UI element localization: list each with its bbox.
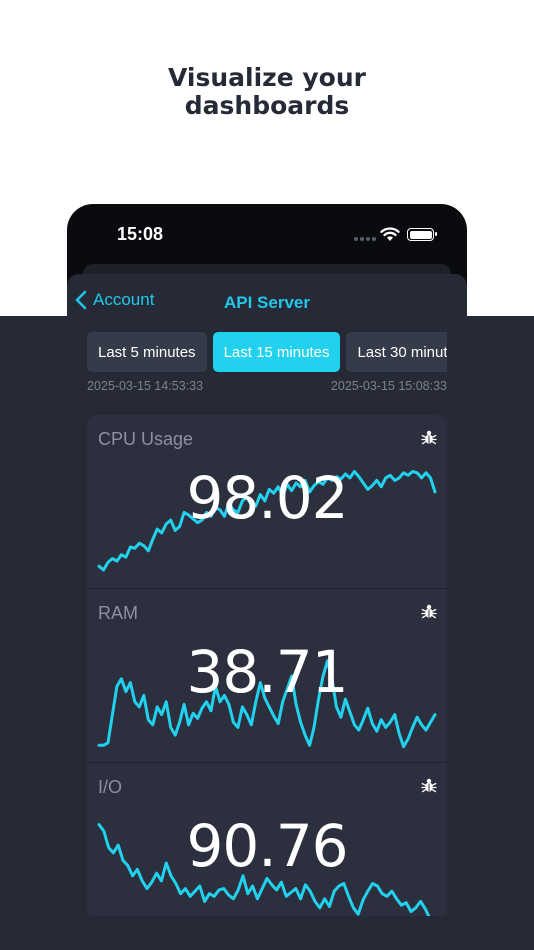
time-range-tabs[interactable]: Last 5 minutes Last 15 minutes Last 30 min… bbox=[87, 332, 447, 372]
metric-value: 90.76 bbox=[186, 812, 348, 880]
navigation-bar: Account API Server bbox=[67, 290, 467, 316]
bug-icon[interactable] bbox=[421, 603, 437, 619]
dashboard-sheet: Account API Server Last 5 minutes Last 15… bbox=[67, 274, 467, 916]
range-tab[interactable]: Last 15 minutes bbox=[212, 332, 341, 372]
metric-value: 38.71 bbox=[186, 638, 348, 706]
bug-icon[interactable] bbox=[421, 777, 437, 793]
page-title: API Server bbox=[224, 293, 310, 312]
metric-panel[interactable]: CPU Usage 98.02 bbox=[87, 415, 447, 589]
status-bar: 15:08 bbox=[67, 204, 467, 264]
bug-icon[interactable] bbox=[421, 429, 437, 445]
headline-line-2: dashboards bbox=[184, 91, 350, 120]
time-range-track: Last 5 minutes Last 15 minutes Last 30 min… bbox=[87, 332, 447, 372]
metrics-card: CPU Usage 98.02 RAM 38.71 I/O 90.76 bbox=[87, 415, 447, 916]
headline: Visualize your dashboards bbox=[0, 64, 534, 120]
signal-dots-icon bbox=[354, 237, 376, 241]
time-range-start: 2025-03-15 14:53:33 bbox=[87, 379, 204, 393]
range-tab[interactable]: Last 5 minutes bbox=[87, 332, 207, 372]
range-tab[interactable]: Last 30 minutes bbox=[346, 332, 447, 372]
headline-line-1: Visualize your bbox=[168, 63, 366, 92]
metric-panel[interactable]: I/O 90.76 bbox=[87, 763, 447, 916]
time-range-end: 2025-03-15 15:08:33 bbox=[330, 379, 447, 393]
battery-icon bbox=[407, 228, 437, 241]
wifi-icon bbox=[380, 227, 400, 241]
metric-value: 98.02 bbox=[186, 464, 348, 532]
phone-frame: 15:08 Account API Server Last 5 minutes L… bbox=[67, 204, 467, 916]
status-time: 15:08 bbox=[117, 224, 164, 244]
time-range-labels: 2025-03-15 14:53:33 2025-03-15 15:08:33 bbox=[87, 379, 447, 395]
metric-panel[interactable]: RAM 38.71 bbox=[87, 589, 447, 763]
